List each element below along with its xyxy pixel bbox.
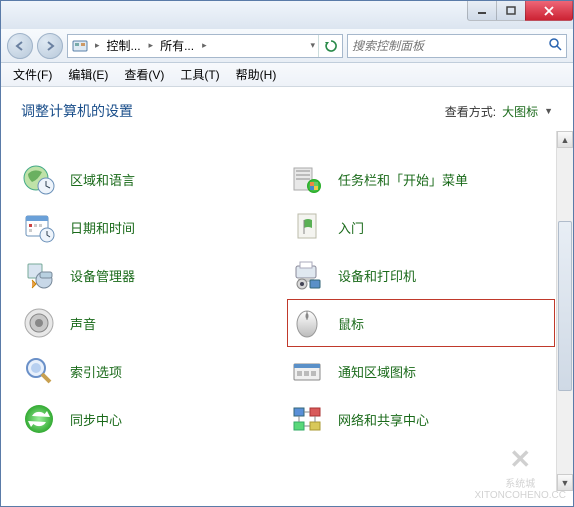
network-icon [290,402,324,436]
viewby-label: 查看方式: [445,103,496,120]
page-title: 调整计算机的设置 [21,101,133,121]
search-box[interactable] [347,34,567,58]
scroll-up-button[interactable]: ▲ [557,131,573,148]
magnifier-icon [22,354,56,388]
item-notification-area[interactable]: 通知区域图标 [287,347,555,395]
printer-camera-icon [290,258,324,292]
item-label: 网络和共享中心 [338,410,429,429]
item-sync-center[interactable]: 同步中心 [19,395,287,443]
taskbar-icon [290,162,324,196]
control-panel-icon [71,37,89,55]
device-manager-icon [22,258,56,292]
search-icon [548,37,562,54]
viewby-mode: 大图标 [502,103,538,120]
menu-edit[interactable]: 编辑(E) [60,64,116,85]
control-panel-window: ▸ 控制... ▸ 所有... ▸ ▾ 文件(F) 编辑(E) 查看(V) 工具… [0,0,574,507]
forward-button[interactable] [37,33,63,59]
search-input[interactable] [352,39,548,53]
item-label: 日期和时间 [70,218,135,237]
item-label: 设备管理器 [70,266,135,285]
minimize-button[interactable] [467,1,497,21]
items-grid: 区域和语言 任务栏和「开始」菜单 日期和时间 入门 设备管理器 设备和打印机 [1,155,573,443]
item-label: 设备和打印机 [338,266,416,285]
item-date-time[interactable]: 日期和时间 [19,203,287,251]
item-indexing[interactable]: 索引选项 [19,347,287,395]
item-devices-printers[interactable]: 设备和打印机 [287,251,555,299]
item-label: 索引选项 [70,362,122,381]
chevron-right-icon: ▸ [92,40,103,51]
close-button[interactable] [525,1,573,21]
chevron-down-icon: ▼ [544,106,553,116]
item-label: 声音 [70,314,96,333]
titlebar [1,1,573,29]
window-buttons [468,1,573,21]
content-area: 区域和语言 任务栏和「开始」菜单 日期和时间 入门 设备管理器 设备和打印机 [1,131,573,491]
speaker-icon [22,306,56,340]
content-header: 调整计算机的设置 查看方式: 大图标 ▼ [1,87,573,131]
partial-row [1,131,573,151]
item-label: 任务栏和「开始」菜单 [338,170,468,189]
menu-help[interactable]: 帮助(H) [228,64,285,85]
chevron-right-icon: ▸ [146,40,157,51]
item-label: 入门 [338,218,364,237]
tray-icon [290,354,324,388]
menubar: 文件(F) 编辑(E) 查看(V) 工具(T) 帮助(H) [1,63,573,87]
back-button[interactable] [7,33,33,59]
item-getting-started[interactable]: 入门 [287,203,555,251]
view-mode-selector[interactable]: 查看方式: 大图标 ▼ [445,103,553,120]
item-device-manager[interactable]: 设备管理器 [19,251,287,299]
maximize-button[interactable] [496,1,526,21]
address-bar[interactable]: ▸ 控制... ▸ 所有... ▸ ▾ [67,34,343,58]
globe-clock-icon [22,162,56,196]
menu-file[interactable]: 文件(F) [5,64,60,85]
scroll-down-button[interactable]: ▼ [557,474,573,491]
menu-view[interactable]: 查看(V) [116,64,172,85]
item-sound[interactable]: 声音 [19,299,287,347]
item-label: 鼠标 [338,314,364,333]
item-region-language[interactable]: 区域和语言 [19,155,287,203]
calendar-clock-icon [22,210,56,244]
flag-icon [290,210,324,244]
item-label: 同步中心 [70,410,122,429]
refresh-button[interactable] [318,35,342,57]
menu-tools[interactable]: 工具(T) [172,64,227,85]
item-mouse[interactable]: 鼠标 [287,299,555,347]
item-label: 通知区域图标 [338,362,416,381]
item-network-sharing[interactable]: 网络和共享中心 [287,395,555,443]
item-label: 区域和语言 [70,170,135,189]
mouse-icon [290,306,324,340]
sync-icon [22,402,56,436]
item-taskbar-start[interactable]: 任务栏和「开始」菜单 [287,155,555,203]
scroll-thumb[interactable] [558,221,572,391]
scrollbar[interactable]: ▲ ▼ [556,131,573,491]
chevron-right-icon: ▸ [199,40,210,51]
breadcrumb-seg-1[interactable]: 控制... [103,35,146,57]
history-dropdown[interactable]: ▾ [307,40,318,51]
breadcrumb-seg-2[interactable]: 所有... [156,35,199,57]
navbar: ▸ 控制... ▸ 所有... ▸ ▾ [1,29,573,63]
